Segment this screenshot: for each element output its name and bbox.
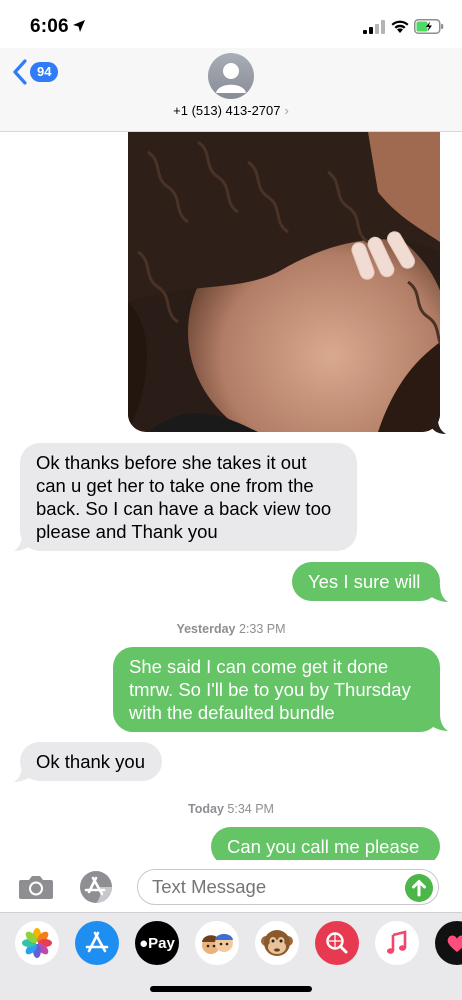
web-search-icon	[326, 932, 348, 954]
memoji-app-button[interactable]	[195, 921, 239, 965]
message-input-bar	[0, 860, 462, 912]
unread-count-badge: 94	[30, 62, 59, 82]
heart-icon	[447, 935, 462, 952]
photos-icon	[22, 928, 52, 958]
apple-pay-app-button[interactable]: ●Pay	[135, 921, 179, 965]
animoji-icon	[261, 930, 293, 956]
photo-image	[128, 132, 440, 432]
wifi-icon	[391, 20, 409, 33]
back-chevron-icon	[13, 59, 27, 85]
status-bar: 6:06	[0, 0, 462, 48]
status-time: 6:06	[30, 16, 69, 37]
apple-logo-icon: ●	[139, 934, 149, 952]
timestamp: Today 5:34 PM	[0, 802, 462, 816]
app-store-app-button[interactable]	[75, 921, 119, 965]
sent-message[interactable]: She said I can come get it done tmrw. So…	[113, 647, 440, 732]
message-text: Ok thanks before she takes it out can u …	[36, 452, 332, 542]
conversation-header: 94 +1 (513) 413-2707 ›	[0, 48, 462, 132]
web-search-app-button[interactable]	[315, 921, 359, 965]
received-bubble-tail	[14, 533, 32, 551]
message-text: Ok thank you	[36, 751, 146, 772]
message-text: She said I can come get it done tmrw. So…	[129, 656, 411, 723]
app-store-icon[interactable]	[78, 870, 118, 904]
sent-bubble-tail	[430, 584, 448, 602]
battery-icon	[414, 19, 444, 34]
message-text-field[interactable]	[137, 869, 439, 905]
imessage-app-drawer: ●Pay	[0, 912, 462, 1000]
chevron-right-icon: ›	[284, 103, 289, 118]
contact-name[interactable]: +1 (513) 413-2707 ›	[0, 103, 462, 118]
music-app-button[interactable]	[375, 921, 419, 965]
timestamp-day: Today	[188, 802, 224, 816]
memoji-icon	[202, 934, 233, 954]
app-store-icon	[85, 931, 109, 953]
timestamp-day: Yesterday	[176, 622, 236, 636]
contact-number: +1 (513) 413-2707	[173, 103, 281, 118]
apple-pay-icon: ●Pay	[139, 935, 175, 952]
message-text: Can you call me please	[227, 836, 420, 857]
send-arrow-icon	[412, 880, 426, 897]
timestamp-time: 5:34 PM	[227, 802, 274, 816]
received-bubble-tail	[14, 764, 32, 782]
timestamp: Yesterday 2:33 PM	[0, 622, 462, 636]
camera-icon[interactable]	[18, 873, 54, 901]
timestamp-time: 2:33 PM	[239, 622, 286, 636]
animoji-app-button[interactable]	[255, 921, 299, 965]
photo-message[interactable]	[128, 132, 440, 432]
digital-touch-app-button[interactable]	[435, 921, 462, 965]
location-arrow-icon	[73, 20, 85, 32]
home-indicator[interactable]	[150, 986, 312, 992]
music-icon	[387, 930, 407, 954]
send-button[interactable]	[405, 874, 433, 902]
message-text: Yes I sure will	[308, 571, 421, 592]
photos-app-button[interactable]	[15, 921, 59, 965]
photo-bubble-tail	[432, 420, 446, 434]
back-button[interactable]: 94	[12, 58, 59, 86]
sent-bubble-tail	[430, 713, 448, 731]
apple-pay-label: Pay	[148, 934, 175, 952]
received-message[interactable]: Ok thank you	[20, 742, 162, 781]
sent-message[interactable]: Yes I sure will	[292, 562, 440, 601]
person-icon	[216, 63, 246, 93]
signal-icon	[363, 20, 385, 34]
contact-avatar[interactable]	[208, 53, 254, 99]
received-message[interactable]: Ok thanks before she takes it out can u …	[20, 443, 357, 551]
